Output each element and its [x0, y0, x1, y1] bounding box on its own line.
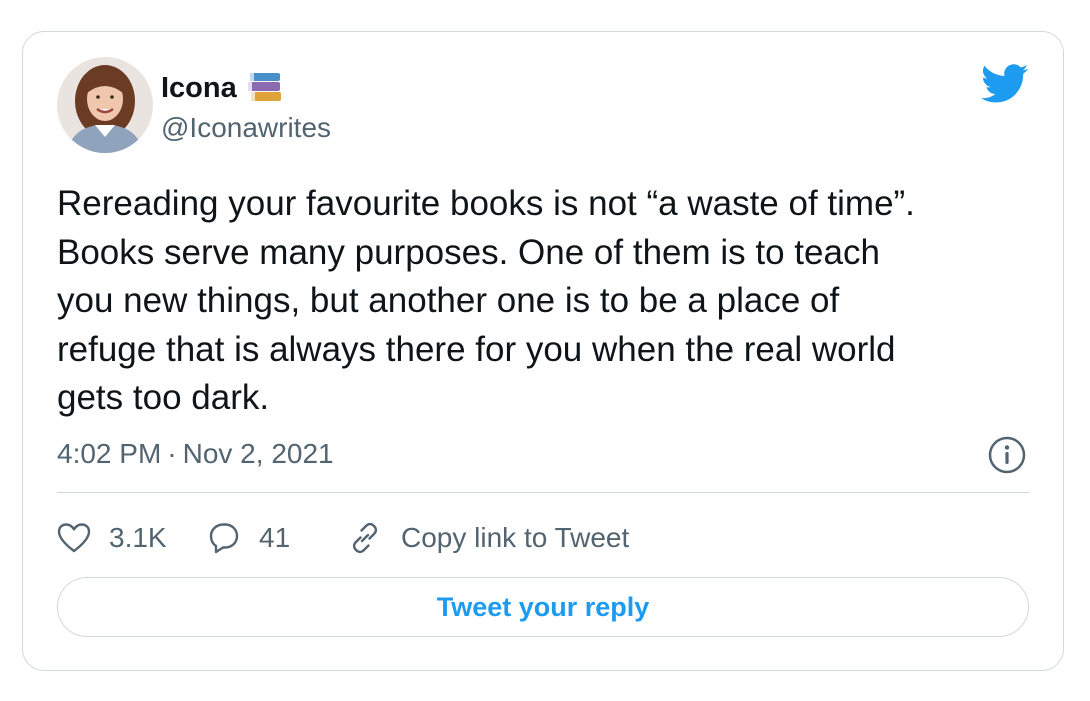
tweet-card: Icona @Iconawrites Rereading your favour…: [22, 31, 1064, 671]
meta-separator: ·: [167, 438, 177, 469]
reply-count-button[interactable]: 41: [207, 521, 347, 555]
tweet-text: Rereading your favourite books is not “a…: [57, 184, 915, 417]
reply-count: 41: [259, 522, 291, 553]
author-handle[interactable]: @Iconawrites: [161, 111, 331, 145]
tweet-timestamp[interactable]: 4:02 PM · Nov 2, 2021: [57, 437, 334, 471]
like-count: 3.1K: [109, 522, 167, 553]
action-bar: 3.1K 41 Copy link to Tweet: [57, 516, 629, 560]
tweet-date: Nov 2, 2021: [182, 438, 334, 469]
display-name-text: Icona: [161, 72, 237, 104]
avatar[interactable]: [57, 57, 153, 153]
tweet-your-reply-button[interactable]: Tweet your reply: [57, 577, 1029, 637]
info-icon[interactable]: [987, 435, 1027, 475]
tweet-time: 4:02 PM: [57, 438, 162, 469]
divider: [57, 492, 1029, 493]
copy-link-button[interactable]: Copy link to Tweet: [347, 520, 629, 556]
heart-icon: [57, 522, 91, 554]
reply-bubble-icon: [207, 521, 241, 555]
reply-button-label: Tweet your reply: [436, 591, 650, 622]
like-button[interactable]: 3.1K: [57, 522, 207, 554]
twitter-bird-icon[interactable]: [981, 64, 1029, 104]
author-display-name[interactable]: Icona: [161, 70, 287, 106]
link-icon: [347, 520, 383, 556]
copy-link-label: Copy link to Tweet: [401, 522, 630, 553]
books-icon: [245, 70, 287, 106]
